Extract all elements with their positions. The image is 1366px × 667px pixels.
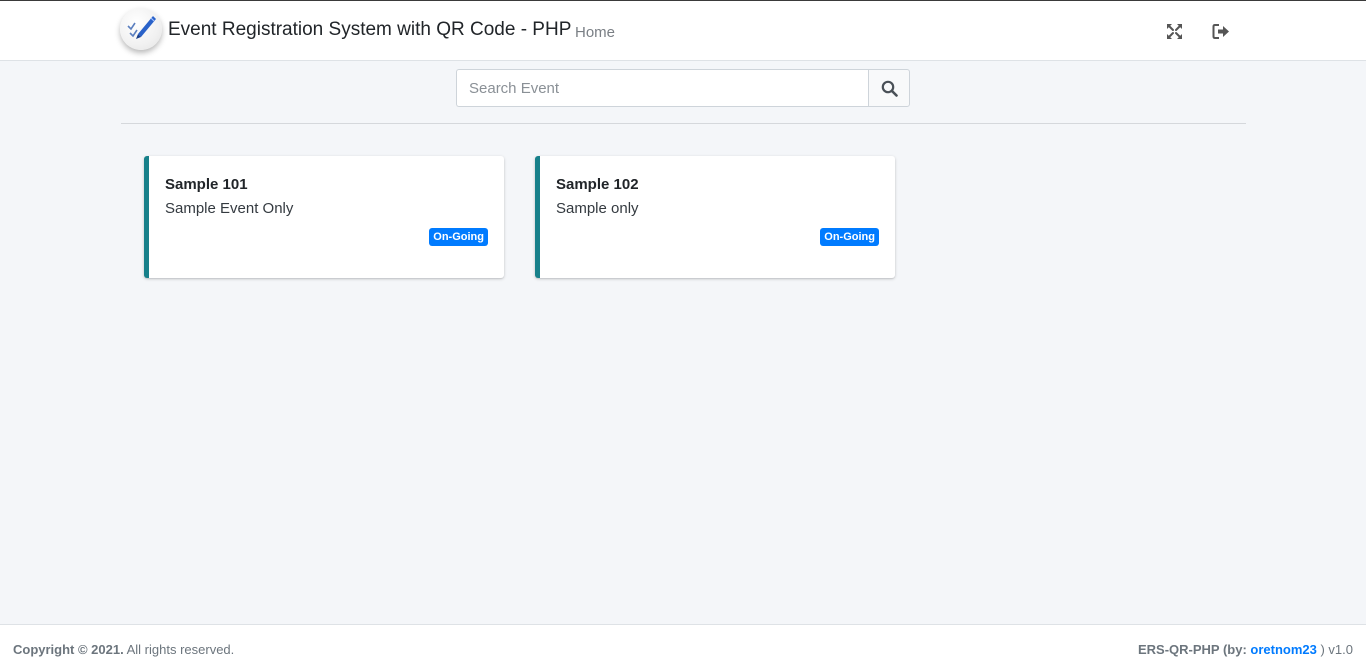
author-link[interactable]: oretnom23 [1250, 642, 1316, 657]
search-bar [456, 69, 910, 107]
logout-icon[interactable] [1212, 23, 1230, 41]
nav-home-link[interactable]: Home [575, 24, 615, 41]
fullscreen-icon[interactable] [1166, 23, 1184, 41]
status-badge: On-Going [429, 228, 488, 246]
footer-copyright: Copyright © 2021. All rights reserved. [13, 642, 234, 657]
logo-icon[interactable] [120, 8, 162, 50]
brand-title[interactable]: Event Registration System with QR Code -… [168, 19, 571, 41]
event-card[interactable]: Sample 101 Sample Event Only On-Going [144, 156, 504, 278]
event-title: Sample 102 [556, 176, 639, 193]
event-description: Sample Event Only [165, 200, 294, 217]
divider [121, 123, 1246, 124]
app-version: ) v1.0 [1316, 642, 1353, 657]
app-name: ERS-QR-PHP (by: [1137, 642, 1251, 657]
footer: Copyright © 2021. All rights reserved. E… [0, 624, 1366, 667]
status-badge: On-Going [820, 228, 879, 246]
copyright-prefix: Copyright © 2021. [13, 642, 124, 657]
search-button[interactable] [868, 69, 910, 107]
top-navbar: Event Registration System with QR Code -… [0, 0, 1366, 61]
event-card[interactable]: Sample 102 Sample only On-Going [535, 156, 895, 278]
copyright-suffix: All rights reserved. [123, 642, 235, 657]
search-input[interactable] [456, 69, 869, 107]
search-icon [881, 80, 898, 97]
footer-credits: ERS-QR-PHP (by: oretnom23 ) v1.0 [1138, 642, 1353, 657]
event-title: Sample 101 [165, 176, 248, 193]
event-description: Sample only [556, 200, 639, 217]
